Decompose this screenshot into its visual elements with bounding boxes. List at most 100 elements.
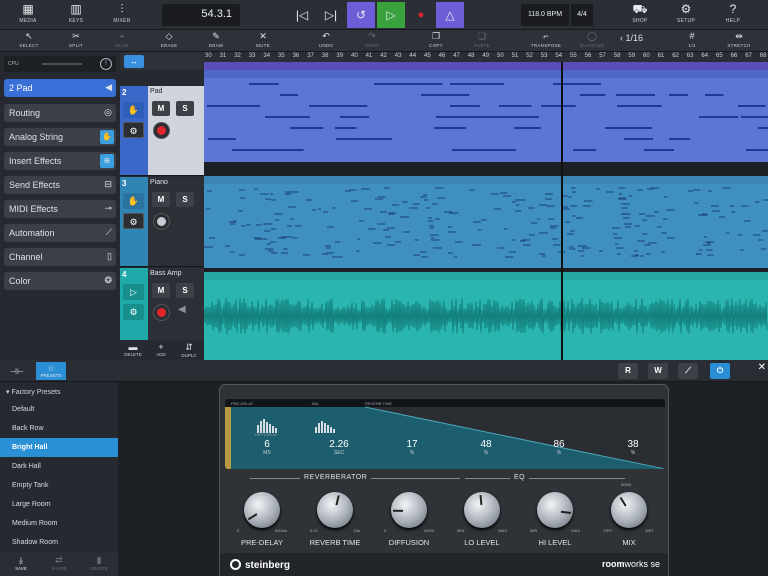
loop-button[interactable]: ↺ <box>347 2 375 28</box>
inspector-insert-effects[interactable]: Insert Effects ⊕ <box>4 152 116 170</box>
audio-edit-button[interactable]: ▷ <box>123 284 144 300</box>
signature-display[interactable]: 4/4 <box>571 4 593 26</box>
speaker-icon[interactable]: ◀ <box>178 304 186 315</box>
duplicate-track-button[interactable]: ⇵ DUPLC <box>176 342 202 358</box>
close-icon[interactable]: ✕ <box>758 362 766 373</box>
delete-track-button[interactable]: ▬ DELETE <box>120 342 146 357</box>
automation-button[interactable]: ⟋ <box>678 363 698 379</box>
playhead[interactable] <box>561 62 563 360</box>
inspector-track-header[interactable]: 2 Pad ◀ <box>4 79 116 97</box>
position-display[interactable]: 54.3.1 <box>162 4 240 26</box>
preset-item-selected[interactable]: Bright Hall <box>0 438 118 457</box>
tempo-display[interactable]: 118.0 BPM <box>521 4 569 26</box>
paste-button[interactable]: ❏ PASTE <box>464 31 500 51</box>
loop-range[interactable] <box>204 62 768 70</box>
pad-midi-part[interactable] <box>204 70 768 162</box>
power-button[interactable]: ⏻ <box>710 363 730 379</box>
metronome-button[interactable]: △ <box>436 2 464 28</box>
solo-button[interactable]: S <box>176 192 194 207</box>
draw-tool[interactable]: ✎ DRAW <box>198 31 234 51</box>
track-settings-button[interactable]: ⚙ <box>123 213 144 229</box>
quantize-value[interactable]: ‹ 1/16 <box>620 33 643 43</box>
editor-icon: ⊣⊢ <box>10 366 24 376</box>
inspector-color[interactable]: Color ❂ <box>4 272 116 290</box>
track-piano[interactable]: 3 ✋ ⚙ Piano M S <box>120 177 204 267</box>
split-tool[interactable]: ✂ SPLIT <box>58 31 94 51</box>
gear-icon: ⚙ <box>129 307 138 317</box>
redo-button[interactable]: ↷ REDO <box>354 31 390 51</box>
piano-midi-part[interactable] <box>204 176 768 268</box>
snap-button[interactable]: #1/4 <box>674 31 710 51</box>
shop-button[interactable]: ⛟ SHOP <box>620 2 660 28</box>
inspector-midi-effects[interactable]: MIDI Effects ⊸ <box>4 200 116 218</box>
ruler-tick: 62 <box>672 53 679 59</box>
preset-item[interactable]: Empty Tank <box>0 476 118 495</box>
piano-notes <box>204 187 768 258</box>
solo-button[interactable]: S <box>176 283 194 298</box>
info-icon[interactable]: ! <box>100 58 112 70</box>
save-preset-button[interactable]: ⤓ SAVE <box>2 555 40 571</box>
instrument-edit-button[interactable]: ✋ <box>123 193 144 209</box>
preset-item[interactable]: Dark Hall <box>0 457 118 476</box>
glue-tool[interactable]: ⌁ GLUE <box>104 31 140 51</box>
record-arm-button[interactable] <box>153 304 170 321</box>
track-pad[interactable]: 2 ✋ ⚙ Pad M S <box>120 86 204 176</box>
mute-button[interactable]: M <box>152 283 170 298</box>
undo-button[interactable]: ↶ UNDO <box>308 31 344 51</box>
diffusion-knob[interactable]: 0 100% <box>384 486 434 536</box>
mute-button[interactable]: M <box>152 192 170 207</box>
hilevel-knob[interactable]: MIN MAX <box>530 486 580 536</box>
keys-button[interactable]: ▥ KEYS <box>56 2 96 28</box>
presets-category[interactable]: ▾ Factory Presets <box>0 382 118 400</box>
share-preset-button[interactable]: ⇄ SHARE <box>40 555 78 571</box>
bass-audio-part[interactable] <box>204 272 768 360</box>
record-arm-button[interactable] <box>153 122 170 139</box>
play-button[interactable]: ▷ <box>377 2 405 28</box>
mute-tool[interactable]: ✕ MUTE <box>245 31 281 51</box>
transpose-button[interactable]: ⌐ TRANSPOSE <box>528 31 564 51</box>
preset-item[interactable]: Shadow Room <box>0 533 118 552</box>
keys-icon: ▥ <box>70 2 82 16</box>
media-button[interactable]: ▦ MEDIA <box>8 2 48 28</box>
arrange-view[interactable]: 30 31 32 33 34 35 36 37 38 39 40 41 42 43 44 45 46 47 48 49… <box>204 52 768 360</box>
lolevel-knob[interactable]: MIN MAX <box>457 486 507 536</box>
setup-button[interactable]: ⚙ SETUP <box>666 2 706 28</box>
select-tool[interactable]: ↖ SELECT <box>11 31 47 51</box>
inspector-channel[interactable]: Channel ▯ <box>4 248 116 266</box>
copy-button[interactable]: ❐ COPY <box>418 31 454 51</box>
timeline-ruler[interactable]: 30 31 32 33 34 35 36 37 38 39 40 41 42 43 44 45 46 47 48 49… <box>204 52 768 62</box>
reverbtime-knob[interactable]: 0.10 10s <box>310 486 360 536</box>
delete-preset-button[interactable]: ▮ DELETE <box>80 555 118 571</box>
add-track-button[interactable]: + ADD <box>148 342 174 357</box>
mixer-button[interactable]: ⫶ MIXER <box>102 2 142 28</box>
predelay-knob[interactable]: 0 500ms <box>237 486 287 536</box>
inspector-routing[interactable]: Routing ◎ <box>4 104 116 122</box>
fit-tracks-button[interactable]: ↔ <box>124 55 144 68</box>
instrument-edit-button[interactable]: ✋ <box>123 102 144 118</box>
read-button[interactable]: R <box>618 363 638 379</box>
stretch-tool[interactable]: ⇹ STRETCH <box>721 31 757 51</box>
record-arm-button[interactable] <box>153 213 170 230</box>
mute-button[interactable]: M <box>152 101 170 116</box>
mix-knob[interactable]: DRY WET 50/50 <box>604 482 654 536</box>
track-settings-button[interactable]: ⚙ <box>123 122 144 138</box>
solo-button[interactable]: S <box>176 101 194 116</box>
preset-item[interactable]: Back Row <box>0 419 118 438</box>
tab-presets[interactable]: ☆ PRESETS <box>36 362 66 380</box>
inspector-automation[interactable]: Automation ⟋ <box>4 224 116 242</box>
preset-item[interactable]: Medium Room <box>0 514 118 533</box>
rewind-button[interactable]: |◁ <box>288 2 316 28</box>
inspector-send-effects[interactable]: Send Effects ⊟ <box>4 176 116 194</box>
inspector-instrument[interactable]: Analog String ✋ <box>4 128 116 146</box>
write-button[interactable]: W <box>648 363 668 379</box>
record-button[interactable]: ● <box>407 2 435 28</box>
erase-tool[interactable]: ◇ ERASE <box>151 31 187 51</box>
ruler-tick: 50 <box>497 53 504 59</box>
track-settings-button[interactable]: ⚙ <box>123 304 144 320</box>
forward-button[interactable]: ▷| <box>317 2 345 28</box>
help-button[interactable]: ? HELP <box>713 2 753 28</box>
preset-item[interactable]: Default <box>0 400 118 419</box>
tab-editor[interactable]: ⊣⊢ <box>2 362 32 380</box>
preset-item[interactable]: Large Room <box>0 495 118 514</box>
quantize-button[interactable]: ◯ QUANTIZE <box>574 31 610 51</box>
